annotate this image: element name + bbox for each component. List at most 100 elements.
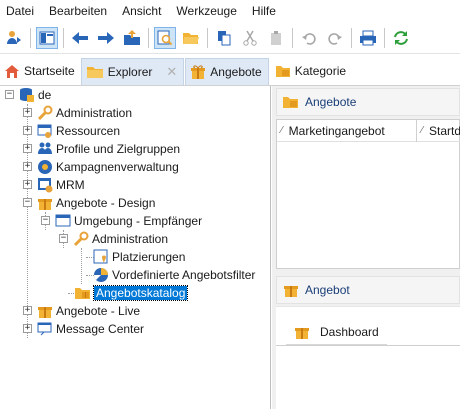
toolbar-separator (30, 27, 31, 48)
expand-icon[interactable]: + (23, 162, 32, 171)
environment-icon (55, 213, 71, 229)
tree-node-platzierungen[interactable]: Platzierungen (93, 248, 185, 266)
menu-bar: Datei Bearbeiten Ansicht Werkzeuge Hilfe (0, 0, 460, 22)
gift-icon (37, 303, 53, 319)
tree-node-angebote-live[interactable]: Angebote - Live (37, 302, 140, 320)
tab-angebote[interactable]: Angebote (185, 58, 269, 85)
tree-node-label: Profile und Zielgruppen (56, 142, 181, 156)
mrm-icon (37, 177, 53, 193)
tree-node-administration[interactable]: Administration (37, 104, 132, 122)
tree-node-label: Administration (56, 106, 133, 120)
undo-icon[interactable] (298, 27, 320, 49)
tree-node-label: Umgebung - Empfänger (74, 214, 203, 228)
column-label: Marketingangebot (288, 123, 385, 138)
wrench-icon (73, 231, 89, 247)
tree-node-ressourcen[interactable]: Ressourcen (37, 122, 120, 140)
tab-dashboard[interactable]: Dashboard (286, 319, 387, 345)
redo-icon[interactable] (324, 27, 346, 49)
menu-ansicht[interactable]: Ansicht (122, 4, 161, 18)
tree-node-root[interactable]: de (19, 86, 51, 104)
tab-label-kategorie: Kategorie (294, 63, 347, 78)
menu-hilfe[interactable]: Hilfe (252, 4, 276, 18)
gift-icon (283, 282, 299, 298)
close-icon[interactable]: ✕ (166, 64, 177, 80)
message-center-icon (37, 321, 53, 337)
open-folder-icon[interactable] (180, 27, 202, 49)
expand-icon[interactable]: + (23, 144, 32, 153)
toolbar-separator (148, 27, 149, 48)
toolbar-separator (292, 27, 293, 48)
offers-list-title: Angebote (305, 95, 357, 109)
collapse-icon[interactable]: − (23, 198, 32, 207)
expand-icon[interactable]: + (23, 126, 32, 135)
filter-icon (93, 267, 109, 283)
campaign-icon (37, 159, 53, 175)
search-icon[interactable] (154, 26, 176, 49)
print-icon[interactable] (357, 27, 379, 49)
tree-node-label: Ressourcen (56, 124, 121, 138)
paste-icon[interactable] (265, 27, 287, 49)
offers-grid: ⁄ Marketingangebot ⁄ Startd (276, 119, 460, 269)
gift-icon (37, 195, 53, 211)
wrench-icon (37, 105, 53, 121)
tree-node-label: Angebote - Live (56, 304, 141, 318)
home-icon (4, 63, 20, 79)
up-folder-icon[interactable] (121, 27, 143, 49)
sort-icon: ⁄ (421, 125, 423, 136)
toolbar-separator (207, 27, 208, 48)
tree-node-message-center[interactable]: Message Center (37, 320, 144, 338)
expand-icon[interactable]: + (23, 180, 32, 189)
expand-icon[interactable]: + (23, 108, 32, 117)
tree-node-angebote-design[interactable]: Angebote - Design (37, 194, 155, 212)
tree-node-umgebung-empfaenger[interactable]: Umgebung - Empfänger (55, 212, 202, 230)
collapse-icon[interactable]: − (5, 90, 14, 99)
sort-icon: ⁄ (281, 125, 283, 136)
expand-icon[interactable]: + (23, 306, 32, 315)
toolbar-separator (351, 27, 352, 48)
tree-node-vordefinierte-angebotsfilter[interactable]: Vordefinierte Angebotsfilter (93, 266, 255, 284)
tree-node-mrm[interactable]: MRM (37, 176, 85, 194)
menu-datei[interactable]: Datei (6, 4, 34, 18)
tree-node-administration-sub[interactable]: Administration (73, 230, 168, 248)
column-header-marketingangebot[interactable]: ⁄ Marketingangebot (277, 119, 418, 142)
collapse-icon[interactable]: − (59, 234, 68, 243)
refresh-icon[interactable] (390, 27, 412, 49)
expand-icon[interactable]: + (23, 324, 32, 333)
tab-kategorie[interactable]: Kategorie (271, 56, 352, 85)
tree-node-angebotskatalog[interactable]: Angebotskatalog (75, 284, 189, 302)
menu-bearbeiten[interactable]: Bearbeiten (49, 4, 107, 18)
category-icon (275, 63, 291, 79)
tab-startseite[interactable]: Startseite (0, 56, 81, 85)
view-tabs: Startseite Explorer ✕ Angebote Kategorie (0, 56, 460, 86)
tree-node-label: Kampagnenverwaltung (56, 160, 179, 174)
gift-icon (190, 64, 206, 80)
people-icon (37, 141, 53, 157)
collapse-icon[interactable]: − (41, 216, 50, 225)
user-icon[interactable] (3, 27, 25, 49)
column-header-startdatum[interactable]: ⁄ Startd (417, 120, 460, 142)
cut-icon[interactable] (239, 27, 261, 49)
tree-node-kampagnenverwaltung[interactable]: Kampagnenverwaltung (37, 158, 179, 176)
offer-detail-header: Angebot (276, 276, 460, 304)
toolbar-separator (384, 27, 385, 48)
menu-werkzeuge[interactable]: Werkzeuge (176, 4, 236, 18)
copy-icon[interactable] (213, 27, 235, 49)
tab-label-startseite: Startseite (24, 63, 75, 78)
layout-toggle-icon[interactable] (36, 26, 58, 49)
offers-list-header: Angebote (276, 88, 460, 116)
tree-node-profile-und-zielgruppen[interactable]: Profile und Zielgruppen (37, 140, 180, 158)
tab-explorer[interactable]: Explorer ✕ (80, 58, 185, 85)
tree-node-label: Message Center (56, 322, 145, 336)
tree-node-label: de (38, 88, 52, 102)
tree-node-label: MRM (56, 178, 85, 192)
back-arrow-icon[interactable] (69, 27, 91, 49)
explorer-tree: − de + Administration + Ressourcen + Pro… (0, 86, 271, 409)
database-icon (19, 87, 35, 103)
gift-icon (283, 94, 299, 110)
tree-node-label: Angebotskatalog (92, 285, 189, 301)
forward-arrow-icon[interactable] (95, 27, 117, 49)
detail-panel: Angebote ⁄ Marketingangebot ⁄ Startd Ang… (272, 86, 460, 409)
tab-underline (276, 345, 460, 346)
tree-connector (81, 248, 82, 284)
tree-node-label: Angebote - Design (56, 196, 156, 210)
